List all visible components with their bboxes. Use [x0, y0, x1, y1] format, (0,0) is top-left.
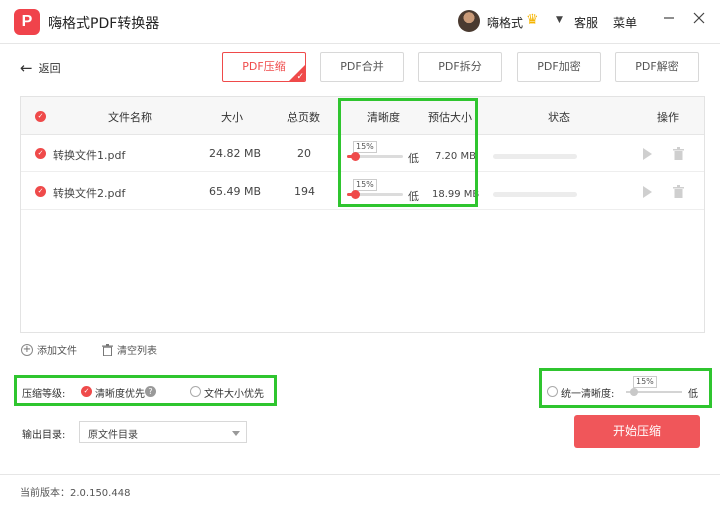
add-file-label: 添加文件: [37, 346, 77, 357]
tab-pdf-compress[interactable]: PDF压缩 ✓: [222, 52, 306, 82]
header-pages: 总页数: [287, 111, 320, 124]
tab-pdf-split[interactable]: PDF拆分: [418, 52, 502, 82]
tab-label: PDF压缩: [242, 60, 286, 73]
file-size: 24.82 MB: [209, 147, 262, 160]
tab-label: PDF拆分: [438, 60, 482, 73]
file-name: 转换文件2.pdf: [53, 187, 126, 200]
minimize-icon[interactable]: [659, 10, 679, 30]
output-dir-value: 原文件目录: [88, 430, 138, 441]
output-dir-label: 输出目录:: [22, 430, 66, 441]
page-count: 194: [294, 185, 315, 198]
status-progress: [493, 154, 577, 159]
header-name: 文件名称: [108, 111, 152, 124]
row-checkbox[interactable]: ✓: [35, 186, 46, 197]
clear-list-label: 清空列表: [117, 346, 157, 357]
app-logo: P: [14, 9, 40, 35]
status-progress: [493, 192, 577, 197]
output-dir-select[interactable]: 原文件目录: [79, 421, 247, 443]
start-compress-button[interactable]: 开始压缩: [574, 415, 700, 448]
version-text: 当前版本：2.0.150.448: [20, 488, 131, 499]
unified-clarity-highlight-box: [539, 368, 712, 408]
file-size: 65.49 MB: [209, 185, 262, 198]
page-count: 20: [297, 147, 311, 160]
trash-icon[interactable]: [673, 147, 684, 160]
add-icon: +: [21, 343, 33, 356]
menu-link[interactable]: 菜单: [613, 14, 637, 31]
file-name: 转换文件1.pdf: [53, 149, 126, 162]
trash-icon[interactable]: [673, 185, 684, 198]
avatar[interactable]: [458, 10, 480, 32]
tab-pdf-merge[interactable]: PDF合并: [320, 52, 404, 82]
tab-label: PDF合并: [340, 60, 384, 73]
customer-service-link[interactable]: 客服: [574, 14, 598, 31]
close-icon[interactable]: [689, 10, 709, 30]
tab-pdf-encrypt[interactable]: PDF加密: [517, 52, 601, 82]
row-checkbox[interactable]: ✓: [35, 148, 46, 159]
back-label: 返回: [38, 62, 61, 75]
clear-list-button[interactable]: 清空列表: [102, 342, 157, 357]
play-icon[interactable]: [643, 186, 652, 198]
user-dropdown-icon[interactable]: ▼: [556, 15, 563, 25]
select-all-checkbox[interactable]: ✓: [35, 111, 46, 122]
footer: 当前版本：2.0.150.448: [0, 474, 720, 506]
chevron-down-icon: [232, 431, 240, 436]
tab-label: PDF解密: [635, 60, 679, 73]
tab-pdf-decrypt[interactable]: PDF解密: [615, 52, 699, 82]
header-size: 大小: [221, 111, 243, 124]
check-icon: ✓: [296, 72, 304, 82]
title-bar: P 嗨格式PDF转换器 嗨格式 ♛ ▼ 客服 菜单: [0, 0, 720, 44]
vip-crown-icon: ♛: [526, 12, 539, 28]
tab-label: PDF加密: [537, 60, 581, 73]
app-title: 嗨格式PDF转换器: [48, 16, 160, 32]
play-icon[interactable]: [643, 148, 652, 160]
username[interactable]: 嗨格式: [487, 14, 523, 31]
compress-level-highlight-box: [14, 375, 277, 406]
add-file-button[interactable]: + 添加文件: [21, 342, 77, 357]
header-status: 状态: [548, 111, 570, 124]
trash-icon: [102, 343, 113, 356]
back-button[interactable]: ← 返回: [20, 59, 61, 77]
back-arrow-icon: ←: [20, 59, 33, 77]
clarity-highlight-box: [338, 98, 478, 207]
header-action: 操作: [657, 111, 679, 124]
